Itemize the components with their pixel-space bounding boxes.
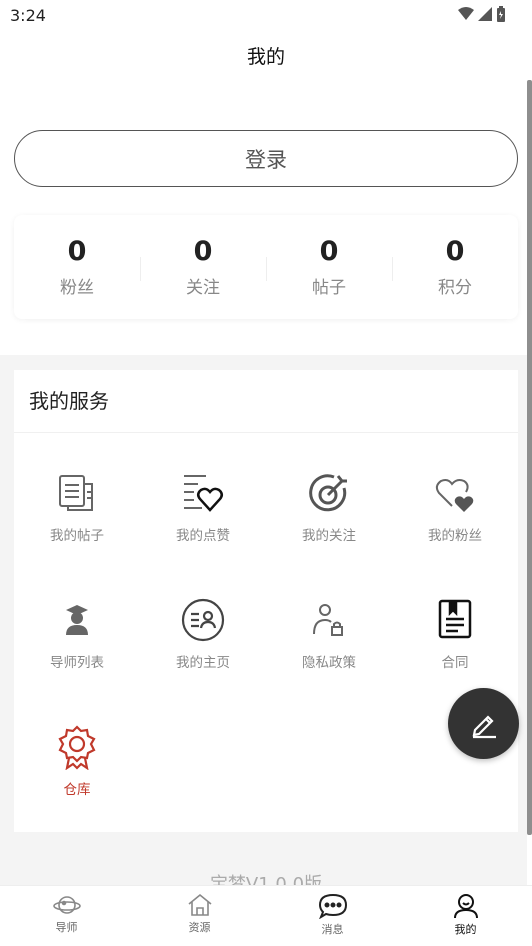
- stat-value: 0: [67, 236, 87, 267]
- service-label: 合同: [441, 655, 469, 671]
- service-label: 我的点赞: [176, 528, 230, 544]
- stat-label: 积分: [438, 278, 472, 298]
- contract-icon: [438, 599, 472, 639]
- service-my-fans[interactable]: 我的粉丝: [392, 434, 518, 544]
- service-label: 导师列表: [50, 655, 104, 671]
- edit-pen-icon: [472, 714, 496, 738]
- service-label: 我的帖子: [50, 528, 104, 544]
- privacy-icon: [313, 604, 343, 636]
- service-label: 仓库: [63, 782, 91, 798]
- status-icons: [458, 6, 506, 22]
- stat-following[interactable]: 0 关注: [140, 215, 266, 319]
- tab-label: 我的: [454, 923, 477, 936]
- service-label: 我的主页: [176, 655, 230, 671]
- tab-mine[interactable]: 我的: [399, 886, 532, 946]
- stat-fans[interactable]: 0 粉丝: [14, 215, 140, 319]
- service-my-following[interactable]: 我的关注: [266, 434, 392, 544]
- chat-icon: [318, 893, 347, 919]
- user-icon: [453, 894, 478, 919]
- page-title: 我的: [246, 46, 285, 68]
- service-contract[interactable]: 合同: [392, 561, 518, 671]
- service-my-homepage[interactable]: 我的主页: [140, 561, 266, 671]
- tab-label: 导师: [55, 921, 78, 934]
- status-bar: 3:24: [0, 0, 532, 30]
- fans-icon: [435, 479, 474, 512]
- stat-value: 0: [193, 236, 213, 267]
- stat-value: 0: [445, 236, 465, 267]
- like-icon: [184, 475, 223, 512]
- service-label: 隐私政策: [302, 655, 356, 671]
- stat-value: 0: [319, 236, 339, 267]
- tab-messages[interactable]: 消息: [266, 886, 399, 946]
- service-warehouse[interactable]: 仓库: [14, 688, 140, 798]
- posts-icon: [59, 475, 93, 511]
- services-panel: 我的服务 我的帖子 我的点赞 我的关注 我的粉丝 导师列表 我的主页 隐私政策 …: [14, 370, 518, 832]
- battery-icon: [497, 6, 505, 22]
- home-icon: [187, 893, 212, 916]
- status-time: 3:24: [10, 6, 46, 25]
- planet-icon: [52, 896, 81, 914]
- tab-label: 消息: [321, 923, 344, 936]
- tab-label: 资源: [188, 921, 211, 934]
- target-icon: [309, 474, 347, 512]
- badge-icon: [58, 725, 96, 770]
- stat-posts[interactable]: 0 帖子: [266, 215, 392, 319]
- mentor-icon: [66, 605, 88, 635]
- stat-points[interactable]: 0 积分: [392, 215, 518, 319]
- stat-label: 粉丝: [60, 278, 94, 298]
- tab-resources[interactable]: 资源: [133, 886, 266, 946]
- wifi-icon: [458, 7, 474, 20]
- service-my-posts[interactable]: 我的帖子: [14, 434, 140, 544]
- profile-card-icon: [181, 598, 225, 642]
- stat-label: 帖子: [312, 278, 346, 298]
- stat-label: 关注: [186, 278, 220, 298]
- services-title: 我的服务: [14, 370, 518, 433]
- service-label: 我的粉丝: [428, 528, 482, 544]
- service-mentor-list[interactable]: 导师列表: [14, 561, 140, 671]
- compose-fab-button[interactable]: [448, 688, 519, 759]
- stats-card: 0 粉丝 0 关注 0 帖子 0 积分: [14, 215, 518, 319]
- scrollbar[interactable]: [527, 80, 532, 835]
- signal-icon: [478, 7, 492, 21]
- bottom-tab-bar: 导师 资源 消息 我的: [0, 885, 532, 946]
- service-my-likes[interactable]: 我的点赞: [140, 434, 266, 544]
- service-privacy-policy[interactable]: 隐私政策: [266, 561, 392, 671]
- login-button[interactable]: 登录: [14, 130, 518, 187]
- service-label: 我的关注: [302, 528, 356, 544]
- tab-mentor[interactable]: 导师: [0, 886, 133, 946]
